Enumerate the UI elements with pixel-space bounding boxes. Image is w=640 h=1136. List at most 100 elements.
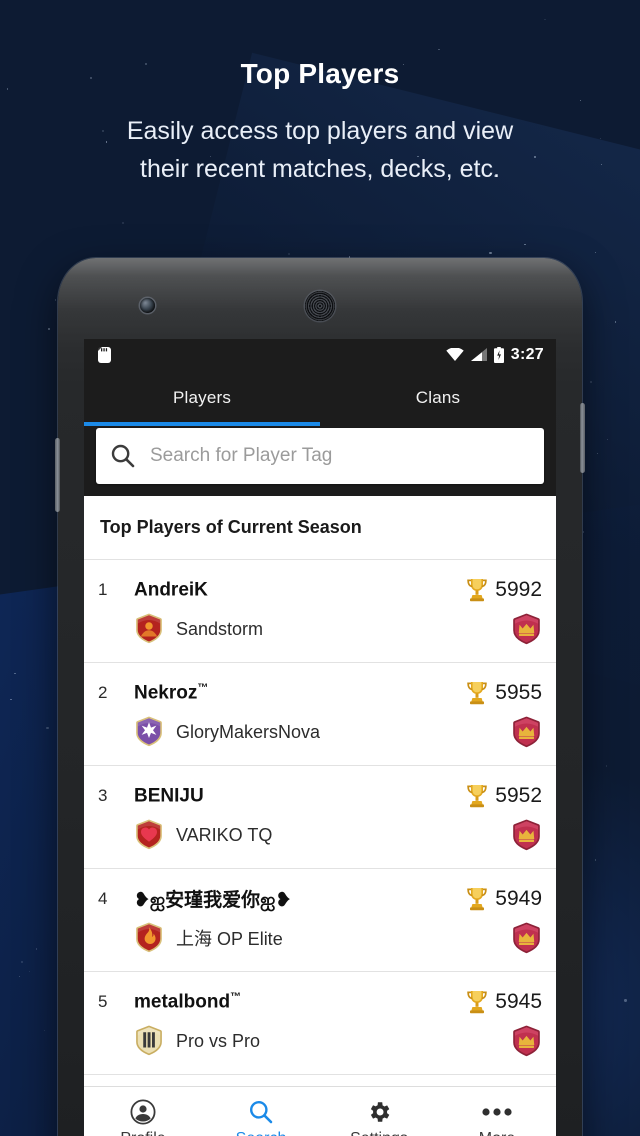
player-trophies: 5955: [465, 680, 542, 706]
clan-badge-starburst: [134, 716, 164, 748]
player-name-suffix: ™: [230, 990, 242, 1003]
star-dot: [596, 452, 599, 455]
clan-badge-flame: [134, 922, 164, 954]
search-icon: [248, 1098, 274, 1126]
player-name: Nekroz™: [134, 682, 208, 704]
search-input[interactable]: [150, 445, 530, 467]
player-trophies: 5992: [465, 577, 542, 603]
player-row[interactable]: 2 Nekroz™ 5955 GloryMakersNova: [84, 663, 556, 766]
trophy-icon: [467, 785, 488, 808]
trophy-icon: [467, 579, 488, 602]
nav-item-more[interactable]: More: [438, 1087, 556, 1136]
player-row[interactable]: 4 ❥ஐ安瑾我爱你ஐ❥ 5949 上海 OP Elite: [84, 869, 556, 972]
nav-label-more: More: [479, 1130, 515, 1136]
clan-name: 上海 OP Elite: [176, 929, 283, 949]
star-dot: [489, 251, 492, 255]
promo-subtitle-line-1: Easily access top players and view: [126, 117, 514, 145]
search-bar-container: [84, 426, 556, 496]
power-button[interactable]: [580, 403, 585, 473]
clan-badge-heart: [134, 819, 164, 851]
status-bar-right: 3:27: [446, 346, 544, 364]
star-dot: [624, 999, 627, 1002]
clan-badge-stripes: [134, 1025, 164, 1057]
promo-subtitle: Easily access top players and view their…: [0, 112, 640, 188]
player-name: AndreiK: [134, 579, 208, 601]
player-rank: 5: [98, 992, 108, 1011]
player-row-bottom: 上海 OP Elite: [98, 916, 542, 960]
clan-name: VARIKO TQ: [176, 824, 273, 845]
player-name-suffix: ™: [197, 681, 209, 694]
sd-card-icon: [98, 346, 111, 363]
account-circle-icon: [130, 1098, 156, 1126]
arena-crown-badge-icon: [511, 716, 542, 749]
clan-name: Sandstorm: [176, 618, 264, 639]
player-trophies: 5945: [465, 989, 542, 1015]
player-rows: 1 AndreiK 5992 Sandstorm 2 Nekroz™ 5955 GloryMa…: [84, 560, 556, 1075]
star-dot: [35, 948, 38, 950]
trophy-count: 5949: [495, 887, 542, 910]
player-name: ❥ஐ安瑾我爱你ஐ❥: [134, 885, 291, 914]
star-dot: [582, 531, 585, 533]
arena-crown-badge-icon: [511, 1025, 542, 1058]
trophy-icon: [467, 991, 488, 1014]
star-dot: [18, 975, 21, 978]
player-row[interactable]: 1 AndreiK 5992 Sandstorm: [84, 560, 556, 663]
star-dot: [606, 438, 609, 441]
star-dot: [594, 859, 597, 861]
trophy-icon: [467, 888, 488, 911]
star-dot: [524, 243, 526, 245]
earpiece-speaker-icon: [305, 291, 335, 321]
gear-icon: [366, 1098, 392, 1126]
player-name-text: ❥ஐ安瑾我爱你ஐ❥: [134, 889, 292, 911]
player-rank: 4: [98, 889, 108, 908]
player-row[interactable]: 5 metalbond™ 5945 Pro vs Pro: [84, 972, 556, 1075]
phone-mockup: 3:27 Players Clans Top Players of Curren…: [55, 258, 585, 1136]
more-horizontal-icon: [482, 1098, 512, 1126]
player-rank: 1: [98, 580, 108, 599]
promo-headline: Top Players Easily access top players an…: [0, 54, 640, 188]
clan-badge-sun: [134, 613, 164, 645]
arena-crown-badge-icon: [511, 922, 542, 955]
front-camera-icon: [140, 298, 155, 313]
trophy-count: 5955: [495, 681, 542, 704]
status-bar-left: [98, 346, 111, 363]
clan-name: Pro vs Pro: [176, 1030, 261, 1051]
star-dot: [10, 698, 12, 701]
list-section-header: Top Players of Current Season: [84, 496, 556, 560]
star-dot: [605, 765, 607, 767]
star-dot: [589, 380, 593, 384]
arena-crown-badge-icon: [511, 819, 542, 852]
player-row[interactable]: 3 BENIJU 5952 VARIKO TQ: [84, 766, 556, 869]
volume-rocker-button[interactable]: [55, 438, 60, 512]
search-box[interactable]: [96, 428, 544, 484]
player-row-top: 3 BENIJU 5952: [98, 779, 542, 813]
promo-subtitle-line-2: their recent matches, decks, etc.: [140, 155, 500, 183]
nav-item-settings[interactable]: Settings: [320, 1087, 438, 1136]
tab-players[interactable]: Players: [84, 370, 320, 426]
star-dot: [544, 18, 546, 21]
star-dot: [122, 222, 124, 224]
nav-item-search[interactable]: Search: [202, 1087, 320, 1136]
nav-label-profile: Profile: [120, 1130, 165, 1136]
page-title: Top Players: [240, 58, 400, 89]
nav-item-profile[interactable]: Profile: [84, 1087, 202, 1136]
star-dot: [594, 251, 597, 254]
phone-screen: 3:27 Players Clans Top Players of Curren…: [84, 339, 556, 1136]
bottom-navigation-bar: Profile Search Settings: [84, 1086, 556, 1136]
tab-clans[interactable]: Clans: [320, 370, 556, 426]
player-name-text: BENIJU: [134, 785, 204, 807]
player-row-top: 1 AndreiK 5992: [98, 573, 542, 607]
trophy-count: 5992: [495, 578, 542, 601]
player-row-bottom: Sandstorm: [98, 607, 542, 651]
player-row-bottom: Pro vs Pro: [98, 1019, 542, 1063]
player-name: BENIJU: [134, 785, 204, 807]
nav-label-settings: Settings: [350, 1130, 408, 1136]
star-dot: [21, 961, 23, 963]
player-row-bottom: VARIKO TQ: [98, 813, 542, 857]
star-dot: [438, 48, 440, 50]
search-icon: [111, 444, 135, 468]
player-row-top: 5 metalbond™ 5945: [98, 985, 542, 1019]
star-dot: [288, 253, 290, 255]
star-dot: [54, 299, 56, 301]
arena-crown-badge-icon: [511, 613, 542, 646]
